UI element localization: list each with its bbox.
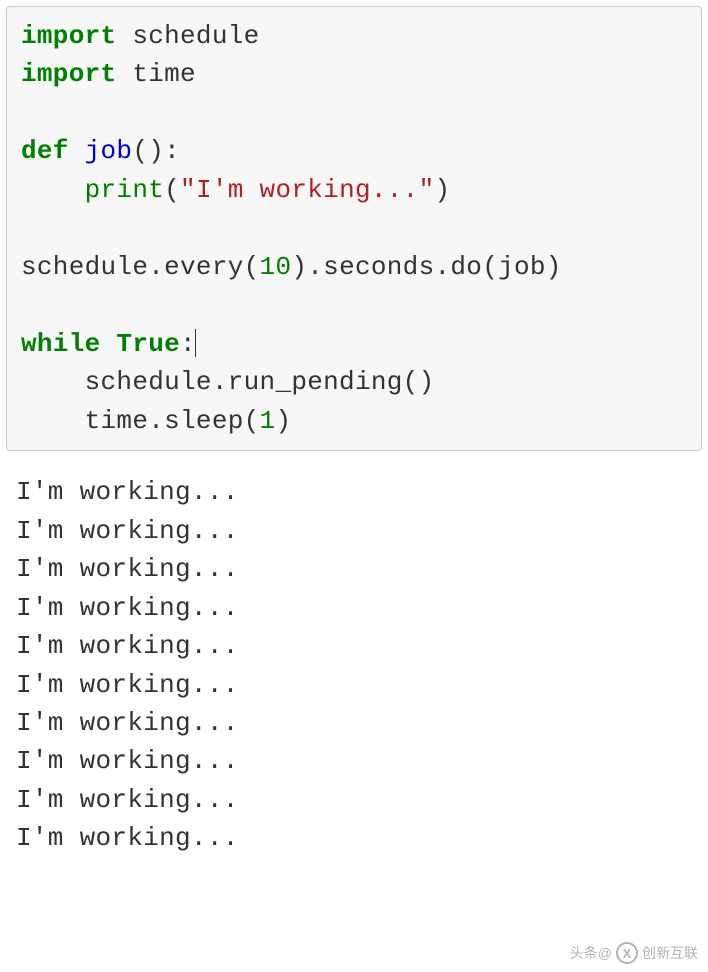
code-line: while True: <box>21 325 687 363</box>
code-line: import schedule <box>21 17 687 55</box>
code-token: import <box>21 21 116 51</box>
code-line <box>21 286 687 324</box>
code-token: ) <box>275 406 291 436</box>
code-line: import time <box>21 55 687 93</box>
output-line: I'm working... <box>16 550 692 588</box>
code-token: 10 <box>260 252 292 282</box>
watermark-brand: 创新互联 <box>642 943 698 963</box>
code-token: ) <box>435 175 451 205</box>
code-line <box>21 209 687 247</box>
output-line: I'm working... <box>16 819 692 857</box>
code-token: ( <box>164 175 180 205</box>
output-line: I'm working... <box>16 512 692 550</box>
code-token <box>101 329 117 359</box>
code-token: job <box>85 136 133 166</box>
code-block: import scheduleimport time def job(): pr… <box>6 6 702 451</box>
text-cursor <box>195 329 196 358</box>
code-token: time.sleep( <box>21 406 260 436</box>
output-line: I'm working... <box>16 473 692 511</box>
watermark-logo-icon: X <box>616 942 638 964</box>
output-line: I'm working... <box>16 704 692 742</box>
code-token: : <box>180 329 196 359</box>
output-line: I'm working... <box>16 742 692 780</box>
watermark-prefix: 头条@ <box>570 943 612 963</box>
watermark: 头条@ X 创新互联 <box>570 942 698 964</box>
code-token <box>21 175 85 205</box>
code-token: def <box>21 136 69 166</box>
code-token: while <box>21 329 101 359</box>
code-token: import <box>21 59 116 89</box>
code-token: schedule.run_pending() <box>21 367 434 397</box>
output-line: I'm working... <box>16 627 692 665</box>
code-token: schedule <box>116 21 259 51</box>
code-token: 1 <box>260 406 276 436</box>
code-line: schedule.run_pending() <box>21 363 687 401</box>
output-block: I'm working...I'm working...I'm working.… <box>0 457 708 874</box>
code-token <box>69 136 85 166</box>
code-line: print("I'm working...") <box>21 171 687 209</box>
code-token: ).seconds.do(job) <box>291 252 561 282</box>
code-token: (): <box>132 136 180 166</box>
code-token: True <box>116 329 180 359</box>
code-line: time.sleep(1) <box>21 402 687 440</box>
code-token: print <box>85 175 165 205</box>
code-line: def job(): <box>21 132 687 170</box>
code-line <box>21 94 687 132</box>
code-token: "I'm working..." <box>180 175 434 205</box>
output-line: I'm working... <box>16 666 692 704</box>
code-line: schedule.every(10).seconds.do(job) <box>21 248 687 286</box>
output-line: I'm working... <box>16 781 692 819</box>
code-token: schedule.every( <box>21 252 260 282</box>
output-line: I'm working... <box>16 589 692 627</box>
code-token: time <box>116 59 196 89</box>
